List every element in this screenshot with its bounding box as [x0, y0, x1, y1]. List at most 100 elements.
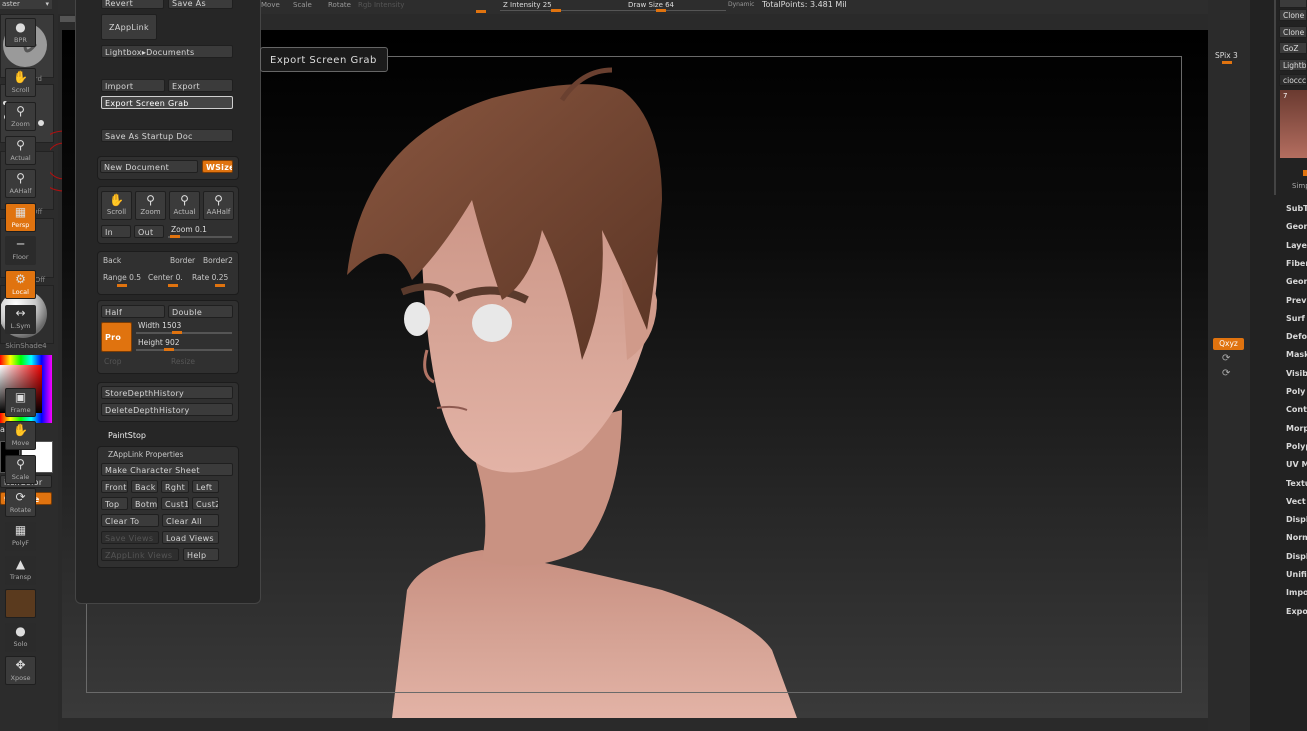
back-view-button[interactable]: Back	[131, 480, 158, 493]
spix-slider-knob[interactable]	[1222, 61, 1232, 64]
back-color-swatch[interactable]: Back	[103, 256, 121, 265]
right-view-button[interactable]: Rght	[161, 480, 189, 493]
subpalette-surface[interactable]: Surf	[1286, 314, 1305, 323]
xpose-button[interactable]: ✥ Xpose	[5, 656, 36, 685]
goz-button[interactable]: GoZ	[1279, 42, 1307, 54]
cust2-view-button[interactable]: Cust2	[192, 497, 219, 510]
border-color-swatch[interactable]: Border	[170, 256, 195, 265]
rotate-mode-button[interactable]: Rotate	[328, 1, 351, 9]
scroll-view-button[interactable]: ✋ Scroll	[5, 68, 36, 97]
export-button[interactable]: Export	[168, 79, 233, 92]
subpalette-geometry[interactable]: Geom	[1286, 222, 1307, 231]
subpalette-masking[interactable]: Mask	[1286, 350, 1307, 359]
subpalette-subtool[interactable]: SubT	[1286, 204, 1307, 213]
xyz-rotate-button[interactable]: Qxyz	[1213, 338, 1244, 350]
subpalette-import[interactable]: Impo	[1286, 588, 1307, 597]
front-view-button[interactable]: Front	[101, 480, 128, 493]
help-button[interactable]: Help	[183, 548, 219, 561]
clone-button[interactable]: Clone	[1279, 9, 1307, 21]
width-slider-knob[interactable]	[172, 331, 182, 334]
subpalette-deformation[interactable]: Defo	[1286, 332, 1307, 341]
new-document-button[interactable]: New Document	[100, 160, 198, 173]
bottom-view-button[interactable]: Botm	[131, 497, 158, 510]
subpalette-fibermesh[interactable]: Fiber	[1286, 259, 1307, 268]
rotate-y-icon[interactable]: ⟳	[1222, 353, 1230, 364]
subpalette-texture-map[interactable]: Textu	[1286, 479, 1307, 488]
height-slider-knob[interactable]	[164, 348, 174, 351]
subpalette-geometry-hd[interactable]: Geom	[1286, 277, 1307, 286]
zapplink-properties-header[interactable]: ZAppLink Properties	[108, 450, 183, 459]
move-mode-button[interactable]: Move	[261, 1, 280, 9]
clear-to-button[interactable]: Clear To	[101, 514, 159, 527]
revert-button[interactable]: Revert	[101, 0, 164, 9]
left-view-button[interactable]: Left	[192, 480, 219, 493]
subpalette-polygroups[interactable]: Poly	[1286, 387, 1305, 396]
wsize-button[interactable]: WSize	[202, 160, 233, 173]
import-button[interactable]: Import	[101, 79, 165, 92]
tool-thumbnail[interactable]: 7	[1280, 90, 1307, 158]
aahalf-button[interactable]: ⚲ AAHalf	[203, 191, 234, 220]
actual-view-button[interactable]: ⚲ Actual	[5, 136, 36, 165]
move-view-button[interactable]: ✋ Move	[5, 421, 36, 450]
center-slider[interactable]: Center 0.	[148, 273, 183, 282]
subpalette-morph-target[interactable]: Morp	[1286, 424, 1307, 433]
subpalette-visibility[interactable]: Visib	[1286, 369, 1307, 378]
simplify-knob[interactable]	[1303, 170, 1307, 176]
zoom-slider-knob[interactable]	[170, 235, 180, 238]
zapplink-views-button[interactable]: ZAppLink Views	[101, 548, 179, 561]
draw-size-slider[interactable]: Draw Size 64	[628, 1, 674, 9]
local-symmetry-button[interactable]: ↔ L.Sym	[5, 305, 36, 334]
dynamic-button[interactable]: Dynamic	[728, 1, 754, 8]
subpalette-unified-skin[interactable]: Unifi	[1286, 570, 1307, 579]
aahalf-view-button[interactable]: ⚲ AAHalf	[5, 169, 36, 198]
zoom-button[interactable]: ⚲ Zoom	[135, 191, 166, 220]
brush-mode-dropdown[interactable]: aster ▾	[0, 0, 52, 9]
cust1-view-button[interactable]: Cust1	[161, 497, 189, 510]
zoom-slider[interactable]: Zoom 0.1	[171, 225, 207, 234]
clone-2-button[interactable]: Clone	[1279, 26, 1307, 38]
double-button[interactable]: Double	[168, 305, 233, 318]
scale-view-button[interactable]: ⚲ Scale	[5, 455, 36, 484]
draw-size-knob[interactable]	[656, 9, 666, 12]
frame-button[interactable]: ▣ Frame	[5, 388, 36, 417]
zapplink-button[interactable]: ZAppLink	[101, 14, 157, 40]
spix-slider[interactable]: SPix 3	[1215, 51, 1238, 60]
lightbox-documents-button[interactable]: Lightbox▸Documents	[101, 45, 233, 58]
rotate-z-icon[interactable]: ⟳	[1222, 368, 1230, 379]
export-screen-grab-button[interactable]: Export Screen Grab	[101, 96, 233, 109]
polyframe-button[interactable]: ▦ PolyF	[5, 522, 36, 551]
pro-button[interactable]: Pro	[101, 322, 132, 352]
store-depth-history-button[interactable]: StoreDepthHistory	[101, 386, 233, 399]
top-view-button[interactable]: Top	[101, 497, 128, 510]
zoom-view-button[interactable]: ⚲ Zoom	[5, 102, 36, 131]
subpalette-contact[interactable]: Cont	[1286, 405, 1307, 414]
subpalette-displacement-map[interactable]: Displ	[1286, 515, 1307, 524]
subpalette-vector-displacement[interactable]: Vect	[1286, 497, 1306, 506]
height-slider[interactable]: Height 902	[138, 338, 180, 347]
clear-all-button[interactable]: Clear All	[162, 514, 219, 527]
rate-slider-knob[interactable]	[215, 284, 225, 287]
simplify-label[interactable]: Simp	[1292, 182, 1307, 190]
make-character-sheet-button[interactable]: Make Character Sheet	[101, 463, 233, 476]
subpalette-preview[interactable]: Prev	[1286, 296, 1306, 305]
range-slider-knob[interactable]	[117, 284, 127, 287]
subpalette-normal-map[interactable]: Norm	[1286, 533, 1307, 542]
zoom-in-button[interactable]: In	[101, 225, 131, 238]
subpalette-polypaint[interactable]: Polyp	[1286, 442, 1307, 451]
subpalette-uv-map[interactable]: UV M	[1286, 460, 1307, 469]
rgb-intensity-knob[interactable]	[476, 10, 486, 13]
rotate-view-button[interactable]: ⟳ Rotate	[5, 488, 36, 517]
z-intensity-knob[interactable]	[551, 9, 561, 12]
perspective-button[interactable]: ▦ Persp	[5, 203, 36, 232]
actual-button[interactable]: ⚲ Actual	[169, 191, 200, 220]
z-intensity-slider[interactable]: Z Intensity 25	[503, 1, 552, 9]
save-as-button[interactable]: Save As	[168, 0, 233, 9]
subpalette-display-properties[interactable]: Displ	[1286, 552, 1307, 561]
delete-depth-history-button[interactable]: DeleteDepthHistory	[101, 403, 233, 416]
paint-stop-header[interactable]: PaintStop	[108, 431, 146, 440]
lightbox-tools-button[interactable]: Lightb	[1279, 59, 1307, 71]
solo-button[interactable]: ● Solo	[5, 623, 36, 652]
save-views-button[interactable]: Save Views	[101, 531, 159, 544]
palette-top-button[interactable]	[1279, 0, 1307, 8]
save-as-startup-doc-button[interactable]: Save As Startup Doc	[101, 129, 233, 142]
